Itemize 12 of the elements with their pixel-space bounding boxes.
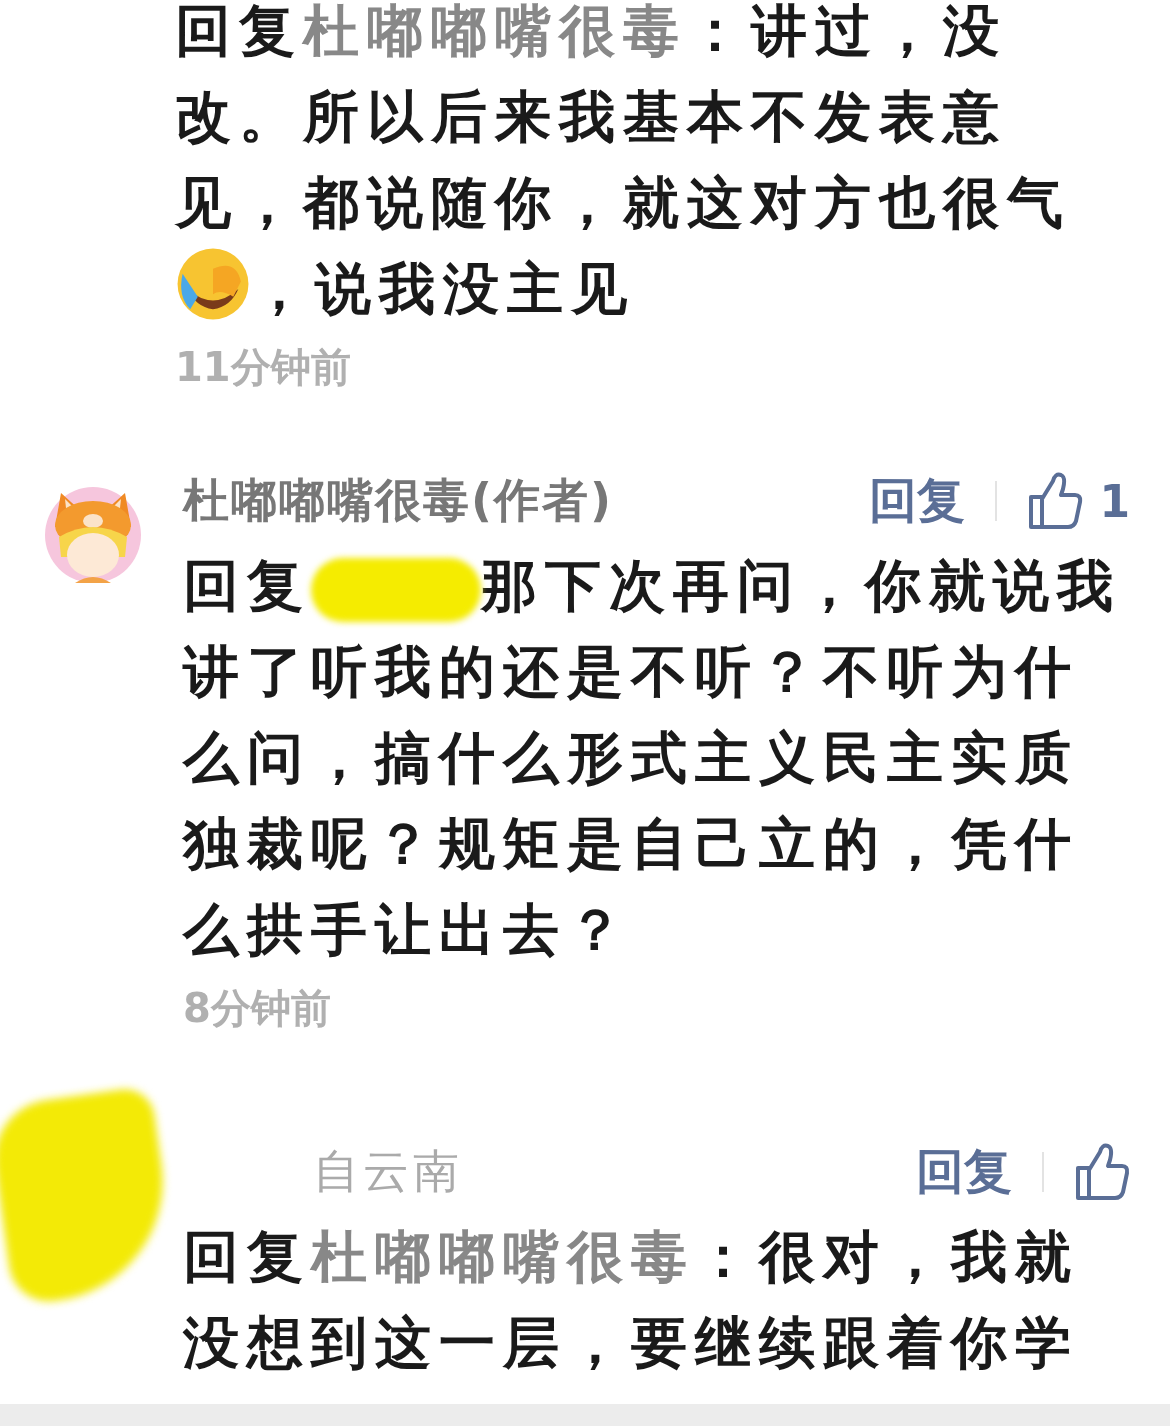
- reply-button[interactable]: 回复: [916, 1140, 1012, 1204]
- comment-text: 回复 那下次再问，你就说我讲了听我的还是不听？不听为什么问，搞什么形式主义民主实质独裁呢？规矩是自己立的，凭什么拱手让出去？: [183, 552, 1122, 964]
- timestamp: 8分钟前: [183, 984, 331, 1033]
- user-name[interactable]: 杜嘟嘟嘴很毒(作者): [183, 470, 614, 532]
- comment-text: 回复杜嘟嘟嘴很毒：讲过，没改。所以后来我基本不发表意见，都说随你，就这对方也很气 ，说我没主见: [175, 0, 1072, 324]
- thumbs-up-icon[interactable]: [1074, 1142, 1130, 1202]
- reply-button[interactable]: 回复: [869, 469, 966, 533]
- thumbs-up-icon[interactable]: [1027, 471, 1084, 531]
- like-count: 1: [1099, 475, 1130, 527]
- comment-text: 回复杜嘟嘟嘴很毒：很对，我就没想到这一层，要继续跟着你学: [183, 1223, 1080, 1377]
- emoji-icon: [175, 246, 251, 322]
- timestamp: 11分钟前: [175, 343, 351, 392]
